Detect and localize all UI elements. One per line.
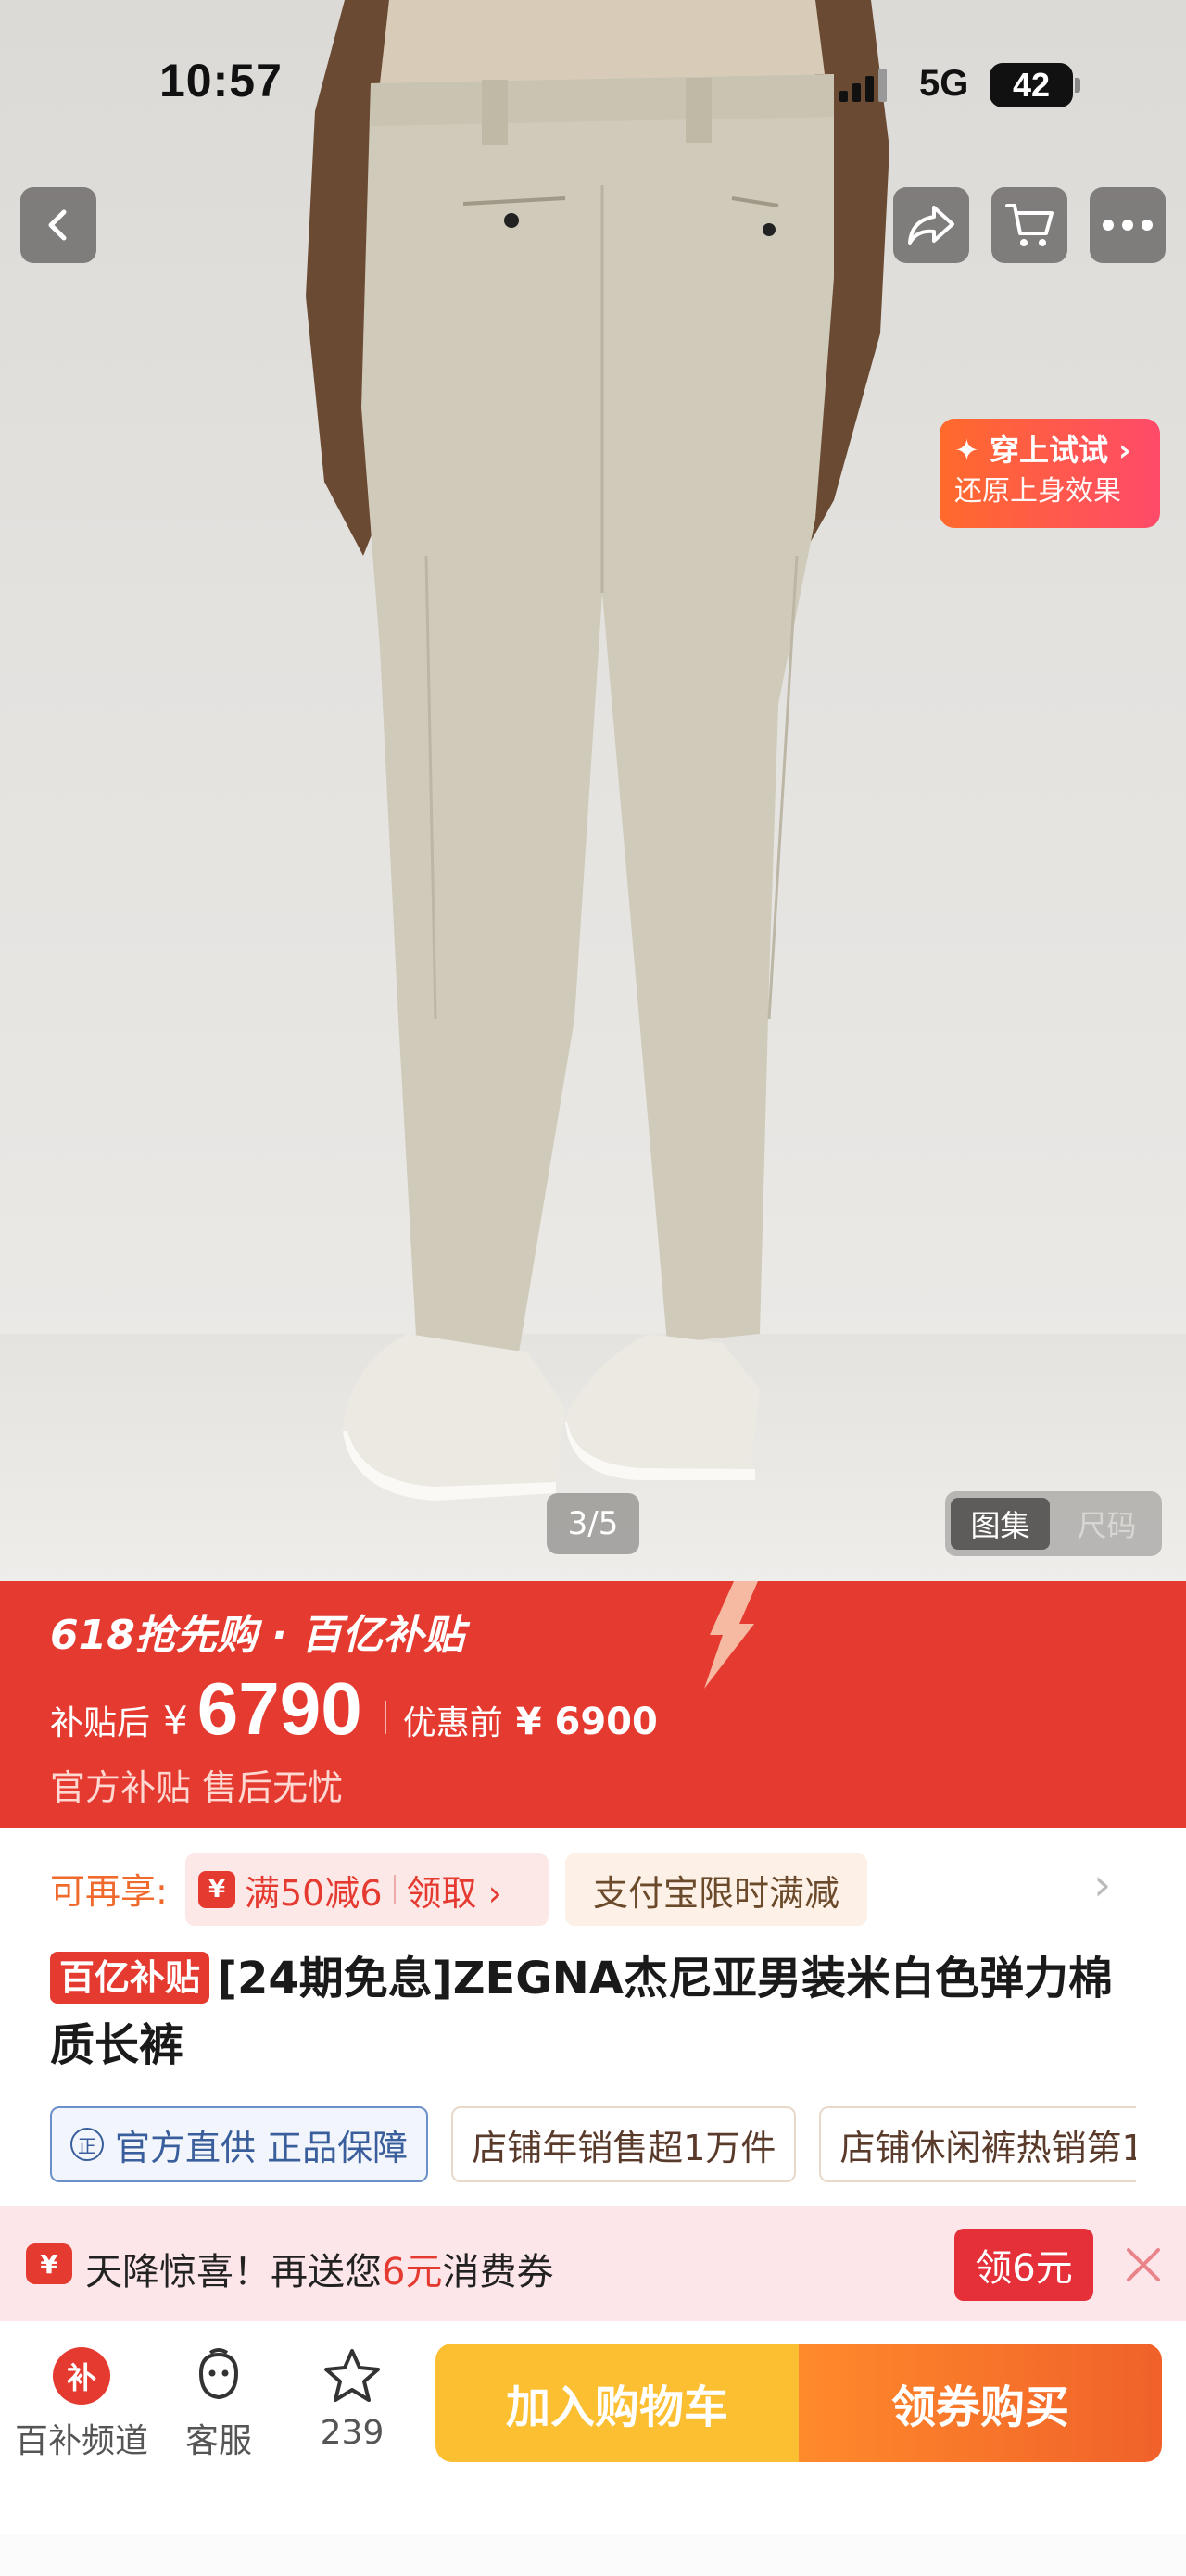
subsidy-channel-label: 百补频道 bbox=[15, 2422, 149, 2460]
promo-title: 618抢先购 · 百亿补贴 bbox=[50, 1612, 465, 1659]
tag-hot-ranking[interactable]: 店铺休闲裤热销第1名 bbox=[819, 2106, 1136, 2182]
gallery-tabs: 图集 尺码 bbox=[945, 1491, 1162, 1556]
subsidized-price: 6790 bbox=[196, 1667, 362, 1750]
chevron-right-icon[interactable]: › bbox=[1093, 1859, 1111, 1911]
original-price-label: 优惠前 bbox=[402, 1704, 503, 1742]
claim-coupon-buy-button[interactable]: 领券购买 bbox=[799, 2344, 1162, 2462]
close-icon bbox=[1127, 2248, 1160, 2281]
image-counter: 3/5 bbox=[547, 1493, 639, 1554]
bottom-action-bar: 补 百补频道 客服 239 加入购物车 领券购买 bbox=[0, 2321, 1186, 2576]
cart-button[interactable] bbox=[991, 187, 1067, 263]
customer-service-button[interactable]: 客服 bbox=[172, 2347, 265, 2462]
surprise-text-after: 消费券 bbox=[442, 2251, 554, 2293]
price-divider bbox=[384, 1701, 386, 1734]
product-title-text: [24期免息]ZEGNA杰尼亚男装米白色弹力棉质长裤 bbox=[50, 1953, 1114, 2071]
coupon-claim-link[interactable]: 领取 › bbox=[407, 1865, 502, 1916]
claim-6-yuan-button[interactable]: 领6元 bbox=[954, 2229, 1093, 2301]
more-dots-icon bbox=[1103, 220, 1153, 231]
surprise-text: 天降惊喜！再送您6元消费券 bbox=[85, 2242, 553, 2295]
tab-gallery[interactable]: 图集 bbox=[951, 1498, 1050, 1550]
lightning-icon bbox=[704, 1581, 758, 1689]
subsidy-icon: 补 bbox=[53, 2347, 110, 2405]
battery-icon: 42 bbox=[990, 63, 1073, 107]
shield-icon: 正 bbox=[70, 2128, 104, 2161]
add-to-cart-button[interactable]: 加入购物车 bbox=[435, 2344, 799, 2462]
yuan-icon: ¥ bbox=[198, 1871, 235, 1908]
price-currency: ¥ bbox=[163, 1698, 188, 1743]
try-on-subtitle: 还原上身效果 bbox=[954, 475, 1121, 508]
subsidy-badge: 百亿补贴 bbox=[50, 1952, 210, 2004]
share-button[interactable] bbox=[893, 187, 969, 263]
star-icon bbox=[324, 2349, 380, 2402]
battery-level: 42 bbox=[1012, 66, 1051, 104]
share-icon bbox=[908, 206, 954, 245]
service-tags: 正 官方直供 正品保障 店铺年销售超1万件 店铺休闲裤热销第1名 bbox=[50, 2106, 1136, 2186]
favorite-count: 239 bbox=[320, 2414, 385, 2452]
favorite-button[interactable]: 239 bbox=[306, 2347, 398, 2452]
promo-banner: 618抢先购 · 百亿补贴 补贴后 ¥ 6790 优惠前 ¥ 6900 官方补贴… bbox=[0, 1581, 1186, 1828]
network-type: 5G bbox=[919, 63, 969, 104]
product-title: 百亿补贴 [24期免息]ZEGNA杰尼亚男装米白色弹力棉质长裤 bbox=[50, 1945, 1153, 2079]
price-row: 补贴后 ¥ 6790 优惠前 ¥ 6900 bbox=[50, 1666, 658, 1752]
yuan-icon: ¥ bbox=[26, 2243, 72, 2284]
coupon-divider bbox=[393, 1875, 396, 1904]
price-label: 补贴后 bbox=[50, 1704, 151, 1742]
surprise-text-before: 天降惊喜！再送您 bbox=[85, 2251, 382, 2293]
tag-official[interactable]: 正 官方直供 正品保障 bbox=[50, 2106, 429, 2182]
tag-annual-sales[interactable]: 店铺年销售超1万件 bbox=[451, 2106, 797, 2182]
subsidy-channel-button[interactable]: 补 百补频道 bbox=[15, 2347, 148, 2462]
tag-official-text: 官方直供 正品保障 bbox=[115, 2127, 409, 2168]
home-indicator-area bbox=[0, 2534, 1186, 2576]
battery-tip bbox=[1075, 78, 1080, 93]
more-button[interactable] bbox=[1090, 187, 1166, 263]
customer-service-label: 客服 bbox=[184, 2422, 252, 2460]
try-on-title: ✦ 穿上试试 › bbox=[954, 433, 1131, 468]
customer-service-icon bbox=[198, 2348, 239, 2400]
coupon-label: 可再享: bbox=[50, 1871, 168, 1912]
status-time: 10:57 bbox=[159, 55, 283, 107]
chevron-left-icon bbox=[48, 209, 67, 241]
tab-size[interactable]: 尺码 bbox=[1057, 1498, 1156, 1550]
coupon-50-off-6[interactable]: ¥ 满50减6 领取 › bbox=[185, 1853, 549, 1926]
coupon-row[interactable]: 可再享: ¥ 满50减6 领取 › 支付宝限时满减 › bbox=[0, 1828, 1186, 1939]
surprise-coupon-bar: ¥ 天降惊喜！再送您6元消费券 领6元 bbox=[0, 2206, 1186, 2321]
cart-icon bbox=[1005, 204, 1054, 246]
product-image[interactable]: 10:57 5G 42 ✦ 穿上试试 › 还原上身效果 3/5 图集 尺码 bbox=[0, 0, 1186, 1581]
signal-icon bbox=[839, 69, 887, 102]
surprise-amount: 6元 bbox=[382, 2251, 443, 2293]
promo-subtitle: 官方补贴 售后无忧 bbox=[50, 1767, 344, 1808]
try-on-button[interactable]: ✦ 穿上试试 › 还原上身效果 bbox=[940, 419, 1160, 528]
close-button[interactable] bbox=[1116, 2232, 1171, 2297]
original-price: ¥ 6900 bbox=[515, 1701, 658, 1743]
coupon-text: 满50减6 bbox=[245, 1872, 383, 1914]
alipay-coupon[interactable]: 支付宝限时满减 bbox=[565, 1853, 867, 1926]
back-button[interactable] bbox=[20, 187, 96, 263]
